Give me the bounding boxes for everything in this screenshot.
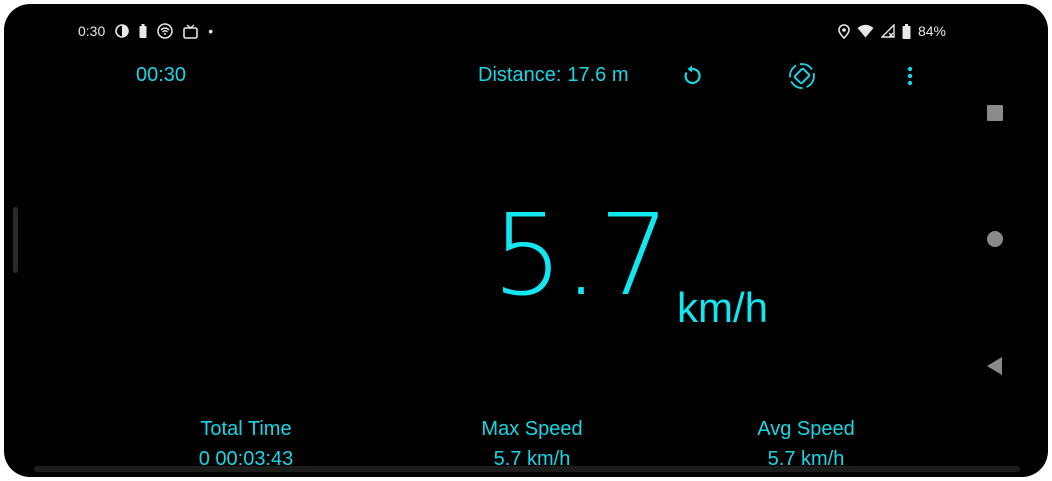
more-vert-icon — [906, 65, 914, 87]
battery-percent: 84% — [917, 23, 946, 39]
reset-button[interactable] — [676, 60, 708, 92]
recents-square-icon — [987, 105, 1003, 121]
distance-label: Distance: — [478, 64, 562, 86]
max-speed-label: Max Speed — [481, 418, 583, 440]
battery-small-icon — [139, 24, 147, 38]
rotate-screen-icon — [788, 62, 816, 90]
status-bar-right: 84% — [838, 21, 946, 41]
more-options-button[interactable] — [894, 60, 926, 92]
total-time-label: Total Time — [200, 418, 292, 440]
home-button[interactable] — [980, 224, 1010, 254]
side-handle — [13, 207, 18, 273]
max-speed-stat: Max Speed 5.7 km/h — [422, 414, 642, 474]
rotate-screen-button[interactable] — [786, 60, 818, 92]
status-time: 0:30 — [78, 23, 106, 39]
circle-half-icon — [115, 24, 130, 38]
current-speed-value: 5.7 — [492, 191, 671, 321]
status-bar-left: 0:30 • — [78, 21, 213, 41]
wifi-off-icon — [157, 23, 173, 39]
distance-value: 17.6 m — [567, 64, 629, 86]
bottom-edge-bar — [34, 466, 1020, 472]
back-button[interactable] — [980, 351, 1010, 381]
home-circle-icon — [987, 231, 1003, 247]
reset-icon — [680, 64, 704, 88]
signal-icon — [880, 24, 895, 38]
tv-icon — [183, 23, 199, 39]
location-icon — [838, 23, 850, 39]
device-frame: 0:30 • 84% 00:30 Distance: 17.6 m 5.7 km… — [0, 0, 1052, 481]
avg-speed-label: Avg Speed — [757, 418, 855, 440]
total-time-stat: Total Time 0 00:03:43 — [136, 414, 356, 474]
recents-button[interactable] — [980, 98, 1010, 128]
distance-readout: Distance: 17.6 m — [478, 64, 629, 87]
status-dot: • — [208, 23, 214, 39]
back-triangle-icon — [987, 357, 1003, 375]
app-screen: 0:30 • 84% 00:30 Distance: 17.6 m 5.7 km… — [4, 4, 1048, 477]
current-speed-unit: km/h — [677, 284, 769, 331]
battery-icon — [902, 23, 911, 39]
wifi-icon — [857, 24, 874, 38]
elapsed-clock: 00:30 — [136, 64, 187, 86]
avg-speed-stat: Avg Speed 5.7 km/h — [696, 414, 916, 474]
